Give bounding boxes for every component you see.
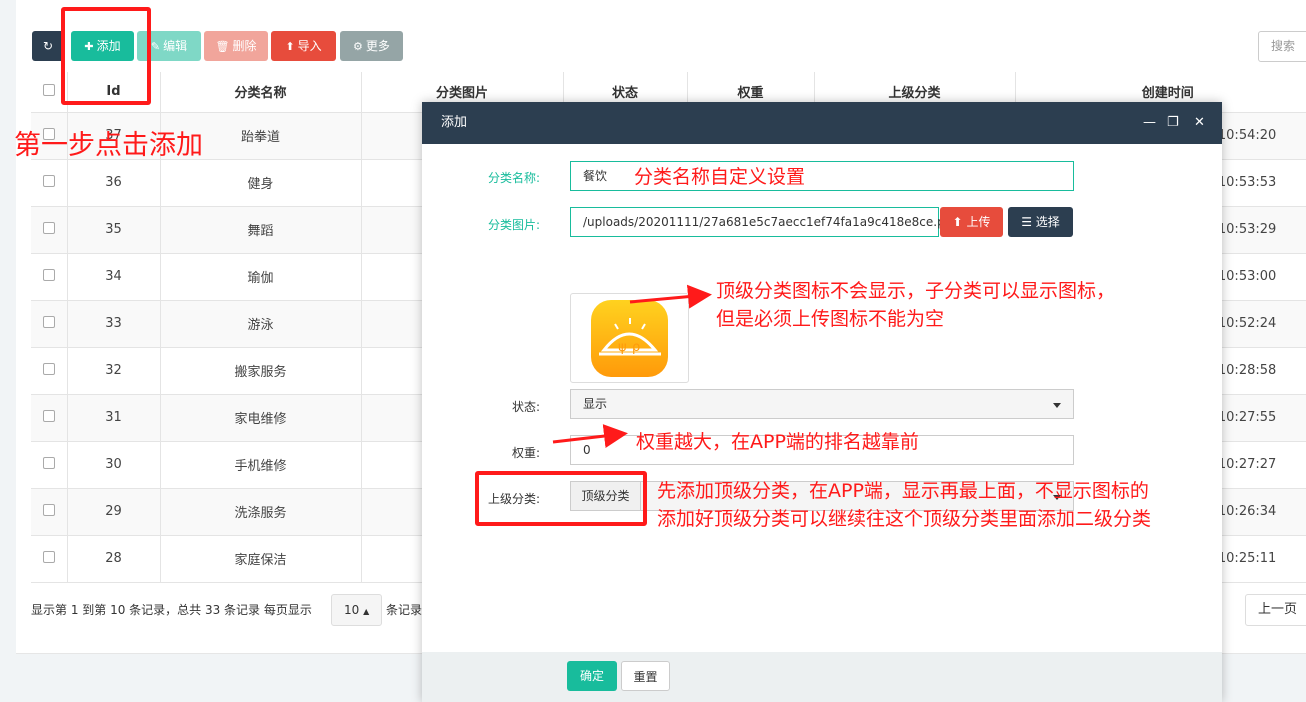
- annotation-arrows: [552, 284, 712, 448]
- arrow-icon-note: [629, 284, 712, 309]
- arrow-weight-note: [552, 424, 628, 448]
